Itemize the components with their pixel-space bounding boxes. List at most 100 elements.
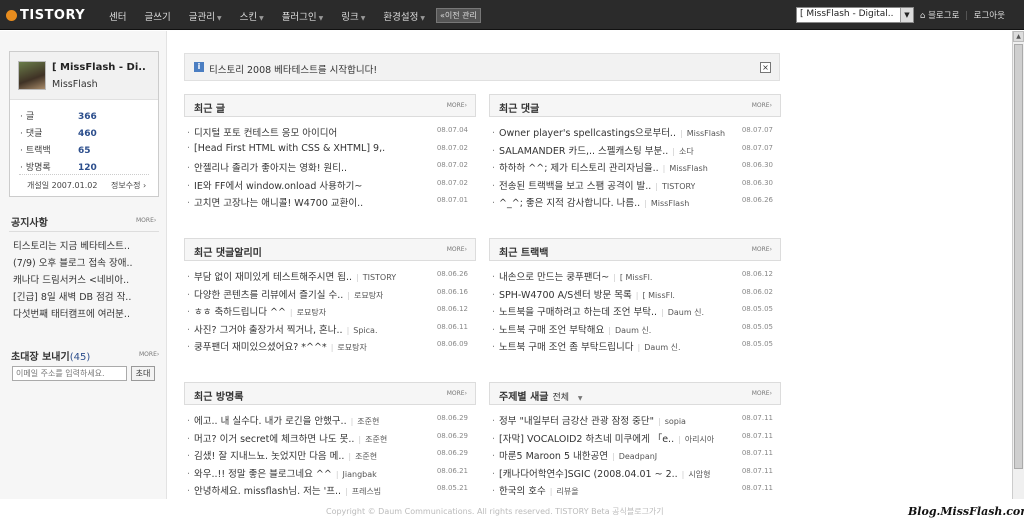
list-item[interactable]: 마룬5 Maroon 5 내한공연DeadpanJ 08.07.11	[489, 448, 781, 462]
menu-settings[interactable]: 환경설정 ▼	[374, 9, 434, 24]
stat-guestbook[interactable]: 방명록120	[20, 160, 97, 173]
stat-trackbacks[interactable]: 트랙백65	[20, 143, 91, 156]
list-item[interactable]: 하하하 ^^; 제가 티스토리 관리자님을..MissFlash 08.06.30	[489, 160, 781, 174]
item-title[interactable]: 노트북을 구매하려고 하는데 조언 부탁..Daum 신.	[492, 304, 704, 318]
chevron-down-icon: ▼	[216, 15, 222, 22]
banner-text[interactable]: 티스토리 2008 베타테스트를 시작합니다!	[209, 62, 377, 76]
list-item[interactable]: 부담 없이 재미있게 테스트해주시면 됩..TISTORY 08.06.26	[184, 269, 476, 283]
item-title[interactable]: 내손으로 만드는 쿵푸팬더~[ MissFl.	[492, 269, 652, 283]
list-item[interactable]: 안젤리나 졸리가 좋아지는 영화! 원티.. 08.07.02	[184, 160, 476, 174]
item-title[interactable]: Owner player's spellcastings으로부터..MissFl…	[492, 125, 725, 139]
list-item[interactable]: 디지털 포토 컨테스트 응모 아이디어 08.07.04	[184, 125, 476, 139]
stat-comments[interactable]: 댓글460	[20, 126, 97, 139]
close-icon[interactable]: ×	[760, 62, 771, 73]
item-title[interactable]: 노트북 구매 조언 좀 부탁드립니다Daum 신.	[492, 339, 681, 353]
item-title[interactable]: 디지털 포토 컨테스트 응모 아이디어	[187, 125, 337, 139]
list-item[interactable]: 에고.. 내 실수다. 내가 로긴을 안했구..조준현 08.06.29	[184, 413, 476, 427]
more-link[interactable]: MORE›	[752, 246, 772, 253]
list-item[interactable]: 김샜! 잘 지내느뇨. 놋었지만 다음 메..조준현 08.06.29	[184, 448, 476, 462]
item-title[interactable]: 한국의 호수리뷰올	[492, 483, 579, 497]
menu-link[interactable]: 링크 ▼	[332, 9, 374, 24]
edit-info-link[interactable]: 정보수정 ›	[111, 180, 146, 191]
item-title[interactable]: 머고? 이거 secret에 체크하면 나도 못..조준현	[187, 431, 387, 445]
more-link[interactable]: MORE›	[447, 390, 467, 397]
item-title[interactable]: [자막] VOCALOID2 하츠네 미쿠에게 「e..아리시아	[492, 431, 714, 445]
list-item[interactable]: 노트북 구매 조언 부탁해요Daum 신. 08.05.05	[489, 322, 781, 336]
list-item[interactable]: 한국의 호수리뷰올 08.07.11	[489, 483, 781, 497]
notices-more-link[interactable]: MORE›	[136, 217, 156, 224]
item-title[interactable]: [캐나다어학연수]SGIC (2008.04.01 ~ 2..시암형	[492, 466, 710, 480]
item-title[interactable]: ^_^; 좋은 지적 감사합니다. 나름..MissFlash	[492, 195, 689, 209]
item-title[interactable]: 안녕하세요. missflash님. 저는 '프..프레스빔	[187, 483, 381, 497]
list-item[interactable]: 노트북 구매 조언 좀 부탁드립니다Daum 신. 08.05.05	[489, 339, 781, 353]
list-item[interactable]: 노트북을 구매하려고 하는데 조언 부탁..Daum 신. 08.05.05	[489, 304, 781, 318]
list-item[interactable]: 사진? 그거야 출장가서 찍거나, 혼나..Spica. 08.06.11	[184, 322, 476, 336]
more-link[interactable]: MORE›	[447, 246, 467, 253]
item-title[interactable]: 사진? 그거야 출장가서 찍거나, 혼나..Spica.	[187, 322, 378, 336]
item-title[interactable]: 고치면 고장나는 애니콜! W4700 교환이..	[187, 195, 363, 209]
list-item[interactable]: [자막] VOCALOID2 하츠네 미쿠에게 「e..아리시아 08.07.11	[489, 431, 781, 445]
list-item[interactable]: ㅎㅎ 축하드립니다 ^^로묘탕자 08.06.12	[184, 304, 476, 318]
list-item[interactable]: Owner player's spellcastings으로부터..MissFl…	[489, 125, 781, 139]
menu-post-manage[interactable]: 글관리 ▼	[180, 9, 231, 24]
topic-filter-select[interactable]: 전체 ▼	[552, 393, 582, 403]
item-author: Spica.	[343, 326, 378, 335]
item-title[interactable]: SPH-W4700 A/S센터 방문 목록[ MissFl.	[492, 287, 675, 301]
item-title[interactable]: 다양한 콘텐츠를 리뷰에서 즐기실 수..로묘탕자	[187, 287, 383, 301]
list-item[interactable]: ^_^; 좋은 지적 감사합니다. 나름..MissFlash 08.06.26	[489, 195, 781, 209]
item-title[interactable]: ㅎㅎ 축하드립니다 ^^로묘탕자	[187, 304, 326, 318]
list-item[interactable]: IE와 FF에서 window.onload 사용하기~ 08.07.02	[184, 178, 476, 192]
stat-posts[interactable]: 글366	[20, 109, 97, 122]
vertical-scrollbar[interactable]: ▲	[1012, 31, 1024, 499]
logout-link[interactable]: 로그아웃	[974, 11, 1005, 21]
menu-write[interactable]: 글쓰기	[135, 9, 179, 24]
list-item[interactable]: 내손으로 만드는 쿵푸팬더~[ MissFl. 08.06.12	[489, 269, 781, 283]
item-title[interactable]: 김샜! 잘 지내느뇨. 놋었지만 다음 메..조준현	[187, 448, 377, 462]
invite-button[interactable]: 초대	[131, 366, 155, 381]
list-item[interactable]: 다양한 콘텐츠를 리뷰에서 즐기실 수..로묘탕자 08.06.16	[184, 287, 476, 301]
item-title[interactable]: 와우..!! 정말 좋은 블로그네요 ^^Jiangbak	[187, 466, 377, 480]
list-item[interactable]: 와우..!! 정말 좋은 블로그네요 ^^Jiangbak 08.06.21	[184, 466, 476, 480]
list-item[interactable]: [Head First HTML with CSS & XHTML] 9,. 08…	[184, 143, 476, 155]
list-item[interactable]: SALAMANDER 카드,.. 스펠캐스팅 부분..소다 08.07.07	[489, 143, 781, 157]
list-item[interactable]: 전송된 트랙백을 보고 스팸 공격이 발..TISTORY 08.06.30	[489, 178, 781, 192]
scroll-thumb[interactable]	[1014, 44, 1023, 469]
notice-item[interactable]: 티스토리는 지금 베타테스트..	[13, 238, 161, 252]
item-title[interactable]: 노트북 구매 조언 부탁해요Daum 신.	[492, 322, 651, 336]
notice-item[interactable]: 다섯번째 태터캠프에 여러분..	[13, 306, 161, 320]
item-title[interactable]: 에고.. 내 실수다. 내가 로긴을 안했구..조준현	[187, 413, 379, 427]
more-link[interactable]: MORE›	[752, 390, 772, 397]
list-item[interactable]: SPH-W4700 A/S센터 방문 목록[ MissFl. 08.06.02	[489, 287, 781, 301]
list-item[interactable]: 안녕하세요. missflash님. 저는 '프..프레스빔 08.05.21	[184, 483, 476, 497]
blog-select[interactable]: [ MissFlash - Digital.. ▼	[796, 7, 914, 23]
list-item[interactable]: [캐나다어학연수]SGIC (2008.04.01 ~ 2..시암형 08.07.…	[489, 466, 781, 480]
more-link[interactable]: MORE›	[752, 102, 772, 109]
notice-item[interactable]: 캐나다 드림서커스 <네비아..	[13, 272, 161, 286]
list-item[interactable]: 머고? 이거 secret에 체크하면 나도 못..조준현 08.06.29	[184, 431, 476, 445]
go-to-blog-link[interactable]: 블로그로	[928, 11, 959, 21]
item-title[interactable]: 안젤리나 졸리가 좋아지는 영화! 원티..	[187, 160, 347, 174]
item-title[interactable]: SALAMANDER 카드,.. 스펠캐스팅 부분..소다	[492, 143, 694, 157]
item-title[interactable]: 쿵푸팬더 재미있으셨어요? *^^*로묘탕자	[187, 339, 367, 353]
invite-email-input[interactable]	[12, 366, 127, 381]
item-title[interactable]: [Head First HTML with CSS & XHTML] 9,.	[187, 143, 385, 154]
list-item[interactable]: 고치면 고장나는 애니콜! W4700 교환이.. 08.07.01	[184, 195, 476, 209]
notice-item[interactable]: [긴급] 8일 새벽 DB 점검 작..	[13, 289, 161, 303]
invite-more-link[interactable]: MORE›	[139, 351, 159, 358]
notice-item[interactable]: (7/9) 오후 블로그 접속 장애..	[13, 255, 161, 269]
list-item[interactable]: 쿵푸팬더 재미있으셨어요? *^^*로묘탕자 08.06.09	[184, 339, 476, 353]
menu-skin[interactable]: 스킨 ▼	[231, 9, 273, 24]
item-title[interactable]: 마룬5 Maroon 5 내한공연DeadpanJ	[492, 448, 657, 462]
item-title[interactable]: 전송된 트랙백을 보고 스팸 공격이 발..TISTORY	[492, 178, 695, 192]
scroll-up-icon[interactable]: ▲	[1013, 31, 1024, 42]
menu-plugin[interactable]: 플러그인 ▼	[273, 9, 333, 24]
menu-center[interactable]: 센터	[100, 9, 135, 24]
item-title[interactable]: 부담 없이 재미있게 테스트해주시면 됩..TISTORY	[187, 269, 396, 283]
list-item[interactable]: 정부 "내일부터 금강산 관광 잠정 중단"sopia 08.07.11	[489, 413, 781, 427]
item-title[interactable]: 정부 "내일부터 금강산 관광 잠정 중단"sopia	[492, 413, 686, 427]
item-title[interactable]: IE와 FF에서 window.onload 사용하기~	[187, 178, 362, 192]
previous-admin-button[interactable]: «이전 관리	[435, 8, 481, 23]
more-link[interactable]: MORE›	[447, 102, 467, 109]
tistory-logo[interactable]: TISTORY	[6, 5, 85, 25]
item-title[interactable]: 하하하 ^^; 제가 티스토리 관리자님을..MissFlash	[492, 160, 708, 174]
